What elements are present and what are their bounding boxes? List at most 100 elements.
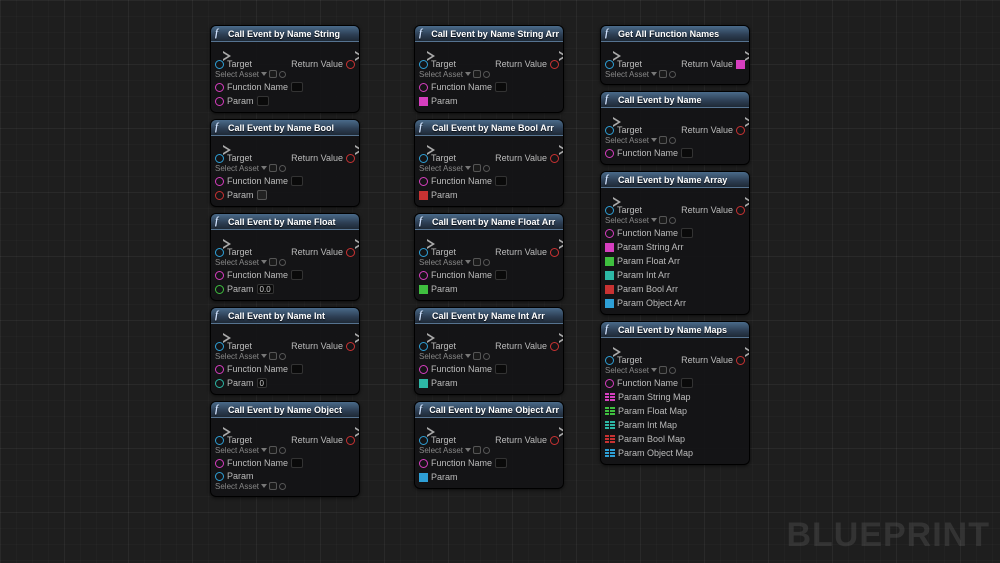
function-name-input[interactable] xyxy=(495,176,507,186)
function-name-input[interactable] xyxy=(681,378,693,388)
pin[interactable] xyxy=(215,436,224,445)
pin[interactable] xyxy=(215,97,224,106)
pin[interactable] xyxy=(605,149,614,158)
function-name-input[interactable] xyxy=(495,364,507,374)
exec-pin[interactable] xyxy=(419,422,427,432)
pin[interactable] xyxy=(215,285,224,294)
blueprint-node[interactable]: fCall Event by Name Float ArrTargetSelec… xyxy=(414,213,564,301)
exec-pin[interactable] xyxy=(215,328,223,338)
exec-pin[interactable] xyxy=(737,342,745,352)
pin[interactable] xyxy=(215,191,224,200)
browse-icon[interactable] xyxy=(269,352,277,360)
map-pin[interactable] xyxy=(605,421,615,430)
exec-pin[interactable] xyxy=(551,140,559,150)
blueprint-node[interactable]: fCall Event by Name String ArrTargetSele… xyxy=(414,25,564,113)
array-pin[interactable] xyxy=(736,60,745,69)
pin[interactable] xyxy=(215,271,224,280)
pin[interactable] xyxy=(736,126,745,135)
map-pin[interactable] xyxy=(605,435,615,444)
blueprint-canvas[interactable]: fCall Event by Name StringTargetSelect A… xyxy=(0,0,1000,563)
array-pin[interactable] xyxy=(605,243,614,252)
exec-pin[interactable] xyxy=(605,46,613,56)
pin[interactable] xyxy=(419,248,428,257)
function-name-input[interactable] xyxy=(681,228,693,238)
pin[interactable] xyxy=(550,154,559,163)
node-header[interactable]: fCall Event by Name String xyxy=(211,26,359,42)
node-header[interactable]: fGet All Function Names xyxy=(601,26,749,42)
function-name-input[interactable] xyxy=(495,82,507,92)
exec-pin[interactable] xyxy=(419,234,427,244)
exec-pin[interactable] xyxy=(215,140,223,150)
array-pin[interactable] xyxy=(605,299,614,308)
browse-icon[interactable] xyxy=(473,446,481,454)
pin[interactable] xyxy=(215,472,224,481)
blueprint-node[interactable]: fCall Event by Name BoolTargetSelect Ass… xyxy=(210,119,360,207)
asset-selector[interactable]: Select Asset xyxy=(419,163,490,173)
pin[interactable] xyxy=(605,229,614,238)
exec-pin[interactable] xyxy=(737,46,745,56)
pin[interactable] xyxy=(215,248,224,257)
array-pin[interactable] xyxy=(605,257,614,266)
exec-pin[interactable] xyxy=(419,140,427,150)
exec-pin[interactable] xyxy=(737,112,745,122)
function-name-input[interactable] xyxy=(681,148,693,158)
pin[interactable] xyxy=(605,206,614,215)
browse-icon[interactable] xyxy=(473,164,481,172)
exec-pin[interactable] xyxy=(419,328,427,338)
asset-selector[interactable]: Select Asset xyxy=(215,481,286,491)
pin[interactable] xyxy=(419,177,428,186)
exec-pin[interactable] xyxy=(551,46,559,56)
param-checkbox[interactable] xyxy=(257,190,267,200)
browse-icon[interactable] xyxy=(659,366,667,374)
asset-selector[interactable]: Select Asset xyxy=(605,215,676,225)
node-header[interactable]: fCall Event by Name Bool xyxy=(211,120,359,136)
array-pin[interactable] xyxy=(605,285,614,294)
asset-selector[interactable]: Select Asset xyxy=(605,365,676,375)
pin[interactable] xyxy=(419,271,428,280)
exec-pin[interactable] xyxy=(419,46,427,56)
exec-pin[interactable] xyxy=(215,234,223,244)
browse-icon[interactable] xyxy=(659,70,667,78)
asset-selector[interactable]: Select Asset xyxy=(605,135,676,145)
pin[interactable] xyxy=(419,83,428,92)
function-name-input[interactable] xyxy=(291,270,303,280)
pin[interactable] xyxy=(736,356,745,365)
pin[interactable] xyxy=(605,356,614,365)
browse-icon[interactable] xyxy=(659,216,667,224)
asset-selector[interactable]: Select Asset xyxy=(605,69,676,79)
pin[interactable] xyxy=(346,60,355,69)
param-input[interactable] xyxy=(257,96,269,106)
param-input[interactable]: 0 xyxy=(257,378,267,388)
pin[interactable] xyxy=(346,154,355,163)
blueprint-node[interactable]: fCall Event by Name IntTargetSelect Asse… xyxy=(210,307,360,395)
exec-pin[interactable] xyxy=(215,46,223,56)
pin[interactable] xyxy=(419,60,428,69)
pin[interactable] xyxy=(605,126,614,135)
exec-pin[interactable] xyxy=(551,422,559,432)
node-header[interactable]: fCall Event by Name Bool Arr xyxy=(415,120,563,136)
function-name-input[interactable] xyxy=(291,176,303,186)
blueprint-node[interactable]: fCall Event by Name StringTargetSelect A… xyxy=(210,25,360,113)
pin[interactable] xyxy=(419,365,428,374)
exec-pin[interactable] xyxy=(551,328,559,338)
node-header[interactable]: fCall Event by Name Int Arr xyxy=(415,308,563,324)
pin[interactable] xyxy=(215,60,224,69)
array-pin[interactable] xyxy=(419,473,428,482)
node-header[interactable]: fCall Event by Name Float xyxy=(211,214,359,230)
function-name-input[interactable] xyxy=(495,458,507,468)
node-header[interactable]: fCall Event by Name Float Arr xyxy=(415,214,563,230)
asset-selector[interactable]: Select Asset xyxy=(419,445,490,455)
pin[interactable] xyxy=(550,60,559,69)
pin[interactable] xyxy=(215,459,224,468)
exec-pin[interactable] xyxy=(551,234,559,244)
pin[interactable] xyxy=(346,436,355,445)
pin[interactable] xyxy=(605,60,614,69)
pin[interactable] xyxy=(346,248,355,257)
function-name-input[interactable] xyxy=(291,458,303,468)
pin[interactable] xyxy=(215,177,224,186)
function-name-input[interactable] xyxy=(495,270,507,280)
array-pin[interactable] xyxy=(419,285,428,294)
browse-icon[interactable] xyxy=(473,70,481,78)
array-pin[interactable] xyxy=(419,379,428,388)
asset-selector[interactable]: Select Asset xyxy=(215,69,286,79)
